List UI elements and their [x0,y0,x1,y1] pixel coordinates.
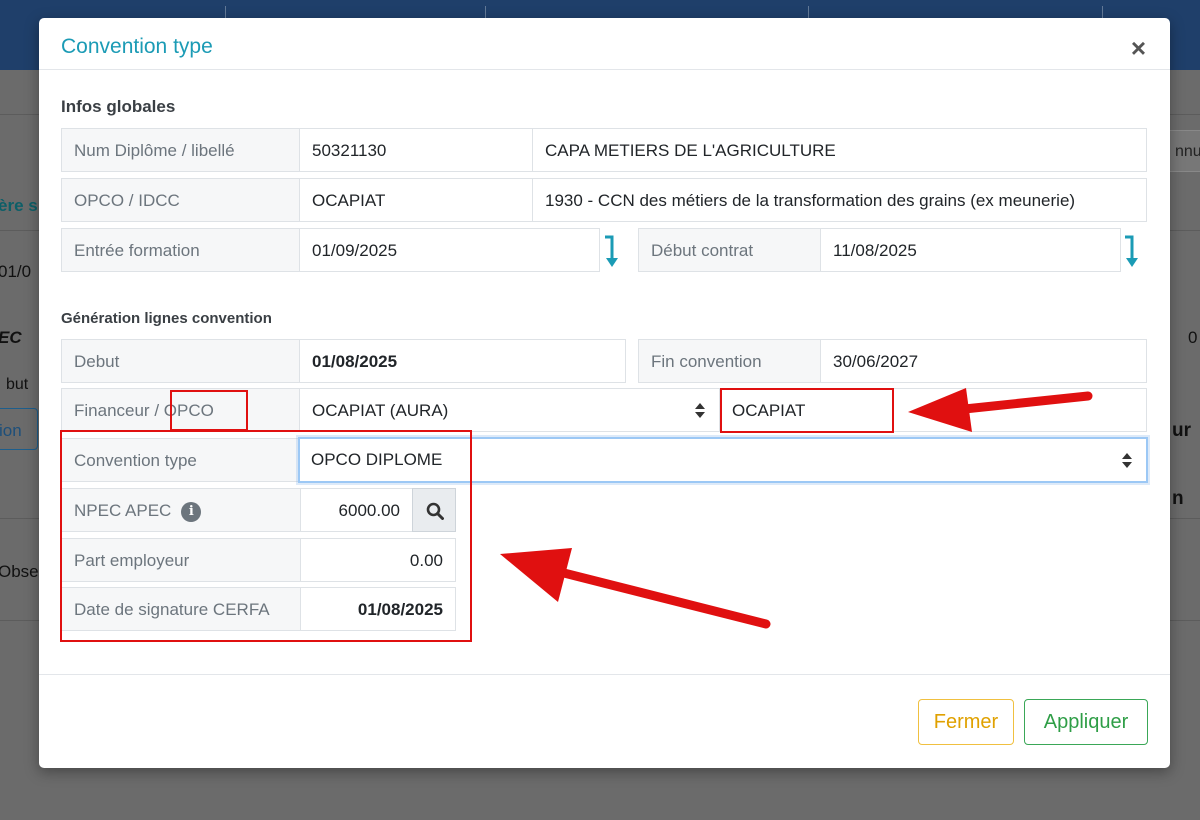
caret-select-icon [695,400,705,420]
fin-convention-label: Fin convention [638,339,821,383]
bg-text-fragment: n [1172,488,1184,509]
convention-type-label: Convention type [61,438,300,482]
debut-label: Debut [61,339,300,383]
financeur-select[interactable]: OCAPIAT (AURA) [299,388,720,432]
bg-text-fragment: EC [0,328,22,347]
bg-text-fragment: 01/0 [0,262,32,281]
fermer-button[interactable]: Fermer [918,699,1014,745]
date-signature-label: Date de signature CERFA [61,587,301,631]
search-button[interactable] [412,488,456,532]
info-icon[interactable]: i [181,502,202,522]
convention-type-selected: OPCO DIPLOME [311,450,443,469]
npec-apec-label: NPEC APEC i [61,488,301,532]
convention-type-select[interactable]: OPCO DIPLOME [298,437,1148,483]
financeur-label-opco: OPCO [163,401,214,420]
bg-text-fragment: ur [1172,420,1191,441]
financeur-label: Financeur / OPCO [61,388,300,432]
npec-apec-label-text: NPEC APEC [74,501,172,520]
entree-formation-value: 01/09/2025 [299,228,600,272]
arrow-down-return-icon[interactable] [603,234,621,270]
diplome-libelle-value: CAPA METIERS DE L'AGRICULTURE [532,128,1147,172]
generation-heading: Génération lignes convention [61,310,272,327]
opco-idcc-label: OPCO / IDCC [61,178,300,222]
financeur-selected: OCAPIAT (AURA) [312,401,449,420]
bg-action-button: ion [0,408,38,450]
bg-text-fragment: Obse [0,562,39,581]
num-diplome-value: 50321130 [299,128,533,172]
part-employeur-label: Part employeur [61,538,301,582]
infos-globales-heading: Infos globales [61,97,176,116]
num-diplome-label: Num Diplôme / libellé [61,128,300,172]
date-signature-input[interactable]: 01/08/2025 [300,587,456,631]
convention-type-modal: Convention type × Infos globales Num Dip… [39,18,1170,768]
search-icon [426,502,444,520]
arrow-down-return-icon[interactable] [1123,234,1141,270]
part-employeur-input[interactable]: 0.00 [300,538,456,582]
modal-footer: Fermer Appliquer [39,674,1170,768]
bg-button-label: nnul [1175,143,1200,160]
debut-contrat-label: Début contrat [638,228,821,272]
financeur-opco-value: OCAPIAT [719,388,1147,432]
financeur-label-prefix: Financeur / [74,401,164,420]
modal-header: Convention type × [39,18,1170,70]
opco-value: OCAPIAT [299,178,533,222]
npec-apec-input[interactable]: 6000.00 [300,488,413,532]
caret-select-icon [1122,450,1132,470]
debut-value: 01/08/2025 [299,339,626,383]
bg-text-fragment: 0 [1188,328,1198,347]
close-icon[interactable]: × [1131,35,1146,61]
idcc-value: 1930 - CCN des métiers de la transformat… [532,178,1147,222]
entree-formation-label: Entrée formation [61,228,300,272]
bg-text-fragment: but [6,376,29,393]
fin-convention-value: 30/06/2027 [820,339,1147,383]
appliquer-button[interactable]: Appliquer [1024,699,1148,745]
debut-contrat-value: 11/08/2025 [820,228,1121,272]
modal-title: Convention type [61,35,213,58]
bg-text-fragment: ère s [0,196,38,215]
bg-button-label: ion [0,421,22,440]
